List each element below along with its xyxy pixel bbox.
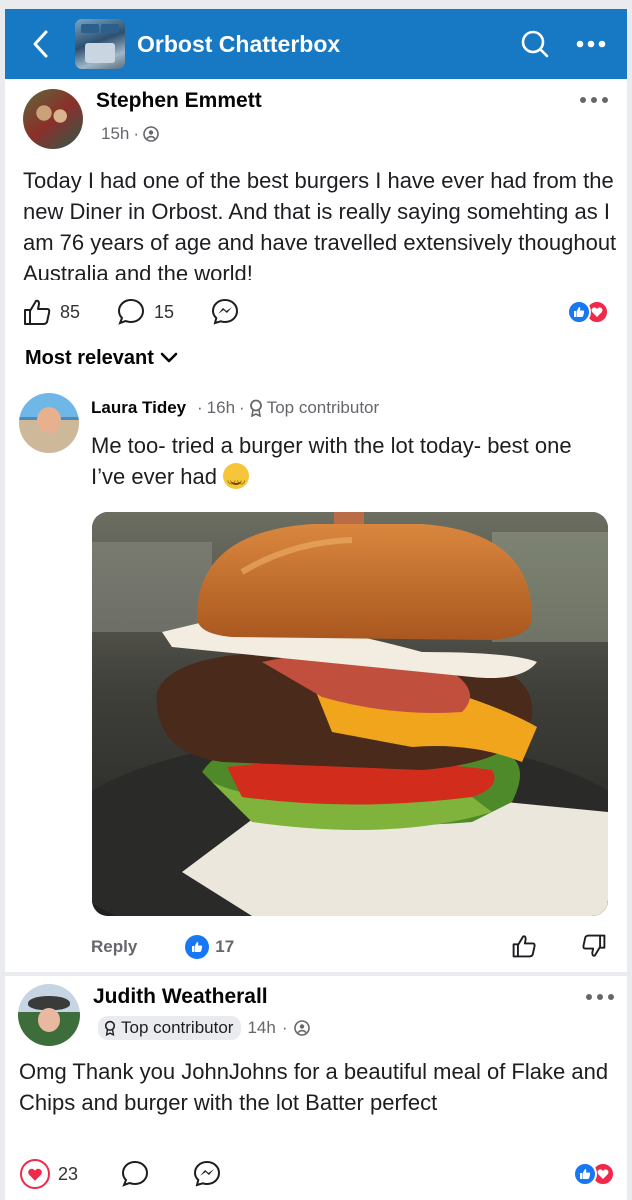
more-horizontal-icon	[576, 40, 606, 48]
chevron-left-icon	[33, 30, 48, 58]
comment-author[interactable]: Judith Weatherall	[93, 985, 268, 1009]
comment-author[interactable]: Laura Tidey	[91, 398, 186, 418]
love-button[interactable]: 23	[20, 1159, 78, 1189]
post-card: Stephen Emmett 15h · Today I had one of …	[5, 79, 627, 341]
comment-meta: · 16h · Top contributor	[197, 398, 380, 418]
comment-meta: Top contributor 14h ·	[98, 1016, 310, 1040]
group-header: Orbost Chatterbox	[5, 9, 627, 79]
comment-like-count: 17	[215, 937, 235, 956]
more-horizontal-icon	[580, 97, 608, 103]
comment-item: Judith Weatherall Top contributor 14h · …	[5, 976, 627, 1200]
post-text: Today I had one of the best burgers I ha…	[23, 168, 617, 280]
post-time[interactable]: 15h	[101, 124, 129, 144]
comment-sort-dropdown[interactable]: Most relevant	[5, 341, 627, 375]
comment-text: Omg Thank you JohnJohns for a beautiful …	[19, 1059, 609, 1115]
search-button[interactable]	[507, 9, 563, 79]
post-author[interactable]: Stephen Emmett	[96, 89, 262, 113]
comment-more-button[interactable]	[585, 988, 615, 1000]
comment-icon	[122, 1160, 149, 1187]
top-contributor-badge: Top contributor	[98, 1016, 242, 1040]
comment-time[interactable]: 16h	[207, 398, 235, 418]
chevron-down-icon	[160, 352, 178, 363]
post-meta: 15h ·	[101, 124, 159, 144]
post-actions: 85 15	[22, 297, 276, 327]
back-button[interactable]	[5, 9, 75, 79]
comment-time[interactable]: 14h	[247, 1018, 275, 1038]
reaction-summary[interactable]	[573, 1162, 615, 1186]
like-count: 85	[60, 301, 81, 322]
comment-actions: 23	[20, 1159, 264, 1189]
more-horizontal-icon	[586, 994, 614, 1000]
thumbs-up-icon[interactable]	[511, 933, 537, 959]
top-contributor-badge-icon	[249, 399, 262, 417]
comment-count: 15	[154, 301, 175, 322]
burger-image	[92, 512, 608, 916]
thumbs-down-icon[interactable]	[581, 933, 607, 959]
messenger-icon	[212, 298, 239, 325]
more-options-button[interactable]	[563, 9, 619, 79]
comment-button[interactable]	[120, 1159, 150, 1189]
comment-like-summary[interactable]: 17	[185, 935, 234, 959]
like-reaction-icon	[185, 935, 210, 959]
messenger-share-button[interactable]	[192, 1159, 222, 1189]
smiling-emoji-icon	[223, 463, 250, 496]
friends-icon	[293, 1020, 310, 1036]
messenger-icon	[194, 1160, 221, 1187]
like-reaction-icon	[573, 1162, 597, 1186]
reply-button[interactable]: Reply	[91, 937, 137, 957]
comment-icon	[118, 298, 145, 325]
sort-label: Most relevant	[25, 346, 154, 369]
love-count: 23	[58, 1163, 79, 1184]
burger-photo[interactable]	[92, 512, 608, 916]
top-contributor-badge: Top contributor	[266, 398, 380, 417]
friends-icon	[143, 126, 159, 142]
thumbs-up-icon	[24, 299, 51, 325]
reaction-summary[interactable]	[567, 300, 609, 324]
comment-text: Me too- tried a burger with the lot toda…	[91, 430, 611, 496]
comment-item: Laura Tidey · 16h · Top contributor Me t…	[5, 375, 627, 972]
avatar[interactable]	[18, 984, 80, 1046]
group-title[interactable]: Orbost Chatterbox	[137, 31, 507, 58]
messenger-share-button[interactable]	[210, 297, 240, 327]
comment-button[interactable]: 15	[116, 297, 174, 327]
post-more-button[interactable]	[579, 91, 609, 111]
like-reaction-icon	[567, 300, 591, 324]
vote-buttons	[511, 933, 607, 959]
avatar[interactable]	[19, 393, 79, 453]
avatar[interactable]	[23, 89, 83, 149]
app-frame: Orbost Chatterbox Stephen Emmett 15h · T…	[0, 0, 632, 1200]
like-button[interactable]: 85	[22, 297, 80, 327]
heart-icon	[20, 1159, 50, 1189]
top-contributor-badge-icon	[104, 1020, 116, 1036]
group-cover-thumbnail[interactable]	[75, 19, 125, 69]
search-icon	[521, 30, 549, 58]
